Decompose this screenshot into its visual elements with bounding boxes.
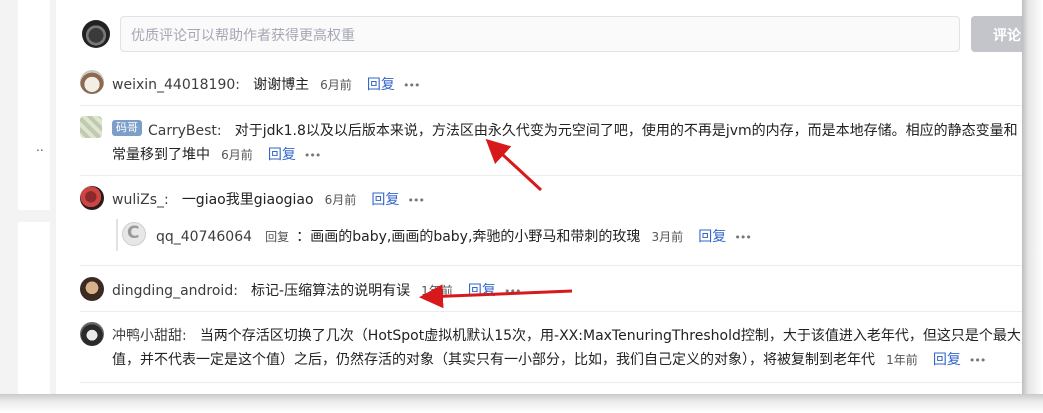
list-item-continuation: 值，并不代表一定是这个值）之后，仍然存活的对象（其实只有一小部分，比如，我们自己… (112, 349, 986, 369)
comment-text-line-1: 对于jdk1.8以及以后版本来说，方法区由永久代变为元空间了吧，使用的不再是jv… (234, 123, 1018, 139)
comment-text-line-2: 值，并不代表一定是这个值）之后，仍然存活的对象（其实只有一小部分，比如，我们自己… (112, 352, 875, 368)
comment-input-placeholder: 优质评论可以帮助作者获得更高权重 (131, 28, 355, 44)
window-shadow-bottom (0, 394, 1043, 413)
comment-username[interactable]: weixin_44018190: (112, 77, 240, 93)
comment-text: 一giao我里giaogiao (181, 192, 314, 208)
comment-time: 1年前 (421, 284, 453, 298)
submit-comment-label: 评论 (993, 28, 1021, 44)
comment-time: 6月前 (221, 148, 253, 162)
comment-time: 3月前 (651, 230, 684, 244)
divider (80, 105, 1022, 106)
list-item: 冲鸭小甜甜: 当两个存活区切换了几次（HotSpot虚拟机默认15次，用-XX:… (112, 325, 1021, 345)
comment-text: ：画画的baby,画画的baby,奔驰的小野马和带刺的玫瑰 (296, 229, 641, 245)
sidebar-separator (18, 210, 50, 222)
comment-username[interactable]: dingding_android: (112, 283, 238, 299)
more-options-icon[interactable]: ••• (504, 285, 521, 298)
list-item: wuliZs_: 一giao我里giaogiao 6月前 回复 ••• (112, 189, 425, 209)
comment-text-line-1: 当两个存活区切换了几次（HotSpot虚拟机默认15次，用-XX:MaxTenu… (199, 328, 1021, 344)
more-options-icon[interactable]: ••• (403, 79, 420, 92)
more-options-icon[interactable]: ••• (734, 231, 751, 244)
left-sidebar: .. (18, 0, 50, 394)
avatar[interactable]: C (122, 222, 146, 246)
window-shadow-right (1022, 0, 1043, 413)
comment-input[interactable]: 优质评论可以帮助作者获得更高权重 (120, 16, 960, 52)
comment-text: 标记-压缩算法的说明有误 (251, 283, 411, 299)
avatar[interactable] (80, 186, 104, 210)
comment-text: 谢谢博主 (253, 77, 310, 93)
comment-time: 6月前 (320, 78, 352, 92)
list-item-continuation: 常量移到了堆中 6月前 回复 ••• (112, 144, 321, 164)
reply-link[interactable]: 回复 (371, 192, 399, 208)
divider (80, 311, 1022, 312)
more-options-icon[interactable]: ••• (304, 149, 321, 162)
more-options-icon[interactable]: ••• (408, 194, 425, 207)
comment-time: 6月前 (324, 193, 357, 207)
sidebar-ellipsis: .. (36, 140, 44, 154)
list-item: qq_40746064 回复 ：画画的baby,画画的baby,奔驰的小野马和带… (156, 226, 752, 246)
list-item: CarryBest: 对于jdk1.8以及以后版本来说，方法区由永久代变为元空间… (148, 120, 1018, 140)
list-item: weixin_44018190: 谢谢博主 6月前 回复 ••• (112, 74, 420, 94)
divider (80, 265, 1022, 266)
avatar[interactable] (80, 322, 104, 346)
divider (80, 382, 1022, 383)
comment-username[interactable]: 冲鸭小甜甜: (112, 328, 187, 344)
user-badge: 码哥 (112, 120, 142, 136)
reply-link[interactable]: 回复 (933, 352, 961, 368)
reply-link[interactable]: 回复 (468, 283, 496, 299)
reply-prefix: 回复 (265, 230, 290, 244)
reply-link[interactable]: 回复 (268, 147, 296, 163)
comment-username[interactable]: wuliZs_: (112, 192, 169, 208)
divider (80, 175, 1022, 176)
list-item: dingding_android: 标记-压缩算法的说明有误 1年前 回复 ••… (112, 280, 521, 300)
avatar-letter: C (127, 223, 140, 243)
comment-username[interactable]: CarryBest: (148, 123, 222, 139)
avatar[interactable] (80, 277, 104, 301)
reply-link[interactable]: 回复 (367, 77, 395, 93)
comment-time: 1年前 (886, 353, 918, 367)
comment-username[interactable]: qq_40746064 (156, 229, 252, 245)
comment-text-line-2: 常量移到了堆中 (112, 147, 210, 163)
reply-link[interactable]: 回复 (698, 229, 726, 245)
more-options-icon[interactable]: ••• (969, 354, 986, 367)
avatar[interactable] (80, 116, 102, 138)
current-user-avatar (82, 20, 110, 48)
screenshot-frame: .. 优质评论可以帮助作者获得更高权重 评论 weixin_44018190: … (0, 0, 1043, 413)
comment-panel: 优质评论可以帮助作者获得更高权重 评论 weixin_44018190: 谢谢博… (56, 0, 1031, 394)
avatar[interactable] (80, 70, 104, 94)
